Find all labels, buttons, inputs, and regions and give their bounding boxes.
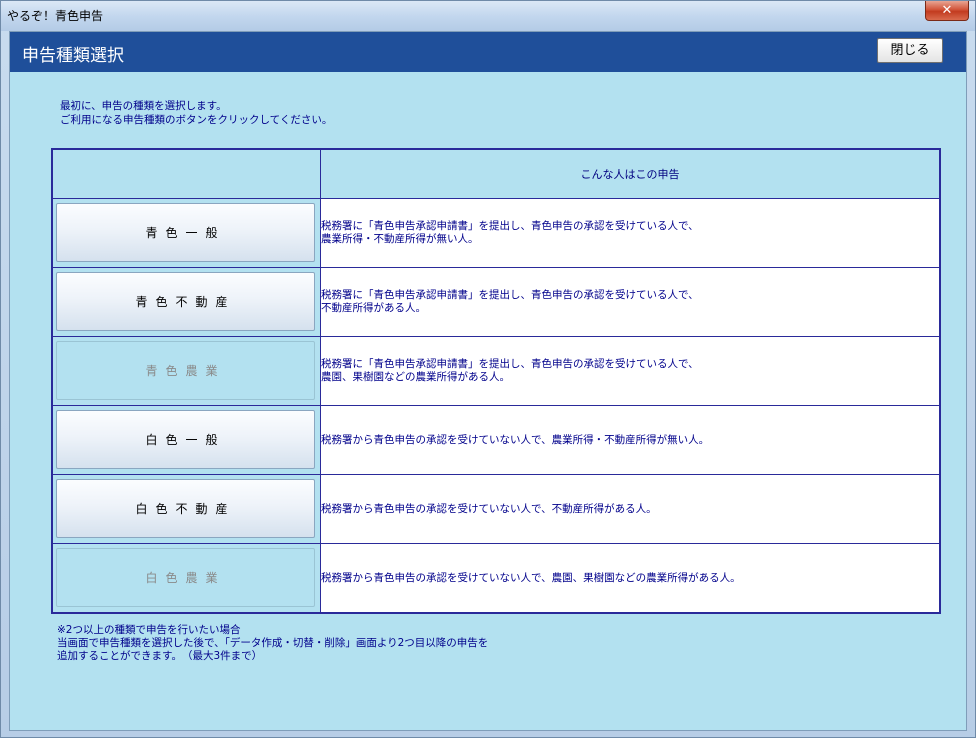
window-close-button[interactable]: ✕: [925, 1, 969, 21]
column-header: こんな人はこの申告: [320, 148, 941, 199]
table-header-row: こんな人はこの申告: [51, 148, 941, 199]
table-row: 白色農業 税務署から青色申告の承認を受けていない人で、農園、果樹園などの農業所得…: [51, 543, 941, 614]
blue-general-button[interactable]: 青色一般: [56, 203, 315, 262]
app-window: やるぞ！青色申告 ✕ 申告種類選択 閉じる 最初に、申告の種類を選択します。 ご…: [0, 0, 976, 738]
row-description: 税務署から青色申告の承認を受けていない人で、農園、果樹園などの農業所得がある人。: [320, 543, 941, 614]
white-general-button[interactable]: 白色一般: [56, 410, 315, 469]
row-description: 税務署に「青色申告承認申請書」を提出し、青色申告の承認を受けている人で、 農業所…: [320, 198, 941, 268]
table-row: 白色一般 税務署から青色申告の承認を受けていない人で、農業所得・不動産所得が無い…: [51, 405, 941, 475]
table-row: 青色農業 税務署に「青色申告承認申請書」を提出し、青色申告の承認を受けている人で…: [51, 336, 941, 406]
close-icon: ✕: [941, 3, 953, 18]
close-button[interactable]: 閉じる: [877, 38, 943, 63]
client-area: 申告種類選択 閉じる 最初に、申告の種類を選択します。 ご利用になる申告種類のボ…: [9, 31, 967, 731]
row-description: 税務署に「青色申告承認申請書」を提出し、青色申告の承認を受けている人で、 不動産…: [320, 267, 941, 337]
blue-real-estate-button[interactable]: 青色不動産: [56, 272, 315, 331]
row-description: 税務署に「青色申告承認申請書」を提出し、青色申告の承認を受けている人で、 農園、…: [320, 336, 941, 406]
row-description: 税務署から青色申告の承認を受けていない人で、農業所得・不動産所得が無い人。: [320, 405, 941, 475]
table-row: 白色不動産 税務署から青色申告の承認を受けていない人で、不動産所得がある人。: [51, 474, 941, 544]
window-title: やるぞ！青色申告: [7, 9, 104, 23]
table-row: 青色一般 税務署に「青色申告承認申請書」を提出し、青色申告の承認を受けている人で…: [51, 198, 941, 268]
intro-line-2: ご利用になる申告種類のボタンをクリックしてください。: [60, 114, 333, 126]
title-bar: やるぞ！青色申告 ✕: [1, 1, 975, 31]
white-real-estate-button[interactable]: 白色不動産: [56, 479, 315, 538]
note-line-1: ※2つ以上の種類で申告を行いたい場合: [57, 624, 241, 636]
intro-line-1: 最初に、申告の種類を選択します。: [60, 100, 227, 112]
declaration-type-table: こんな人はこの申告 青色一般 税務署に「青色申告承認申請書」を提出し、青色申告の…: [51, 148, 941, 614]
note-line-2: 当画面で申告種類を選択した後で、「データ作成・切替・削除」画面より2つ目以降の申…: [57, 637, 489, 649]
intro-text: 最初に、申告の種類を選択します。 ご利用になる申告種類のボタンをクリックしてくだ…: [60, 99, 332, 127]
blue-agriculture-button[interactable]: 青色農業: [56, 341, 315, 400]
white-agriculture-button[interactable]: 白色農業: [56, 548, 315, 607]
table-row: 青色不動産 税務署に「青色申告承認申請書」を提出し、青色申告の承認を受けている人…: [51, 267, 941, 337]
page-header: 申告種類選択 閉じる: [10, 32, 966, 72]
table-header-blank: [51, 148, 321, 199]
notes-text: ※2つ以上の種類で申告を行いたい場合 当画面で申告種類を選択した後で、「データ作…: [57, 624, 488, 663]
page-title: 申告種類選択: [22, 46, 124, 66]
row-description: 税務署から青色申告の承認を受けていない人で、不動産所得がある人。: [320, 474, 941, 544]
note-line-3: 追加することができます。 （最大3件まで）: [57, 650, 263, 662]
